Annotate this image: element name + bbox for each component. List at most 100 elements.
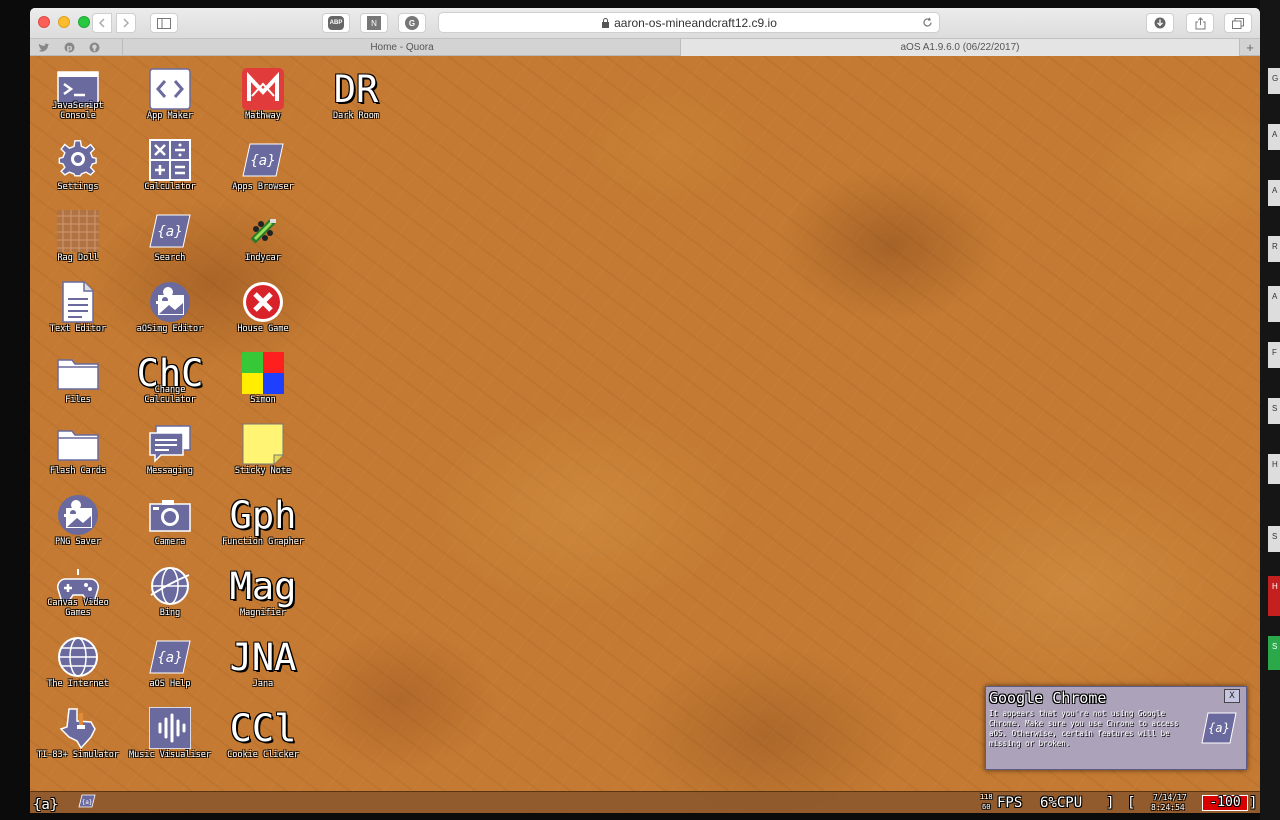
extension-icon: N [367,16,381,30]
strip-item[interactable]: G [1268,68,1280,94]
desktop-icon-cookie-clicker[interactable]: CCl Cookie Clicker [217,700,309,770]
texas-icon [57,707,99,749]
desktop-icon-aos-help[interactable]: {a} aOS Help [124,629,216,699]
extension-button[interactable]: N [360,13,388,33]
desktop-icon-png-saver[interactable]: PNG Saver [32,487,124,557]
icon-label: TI-83+ Simulator [37,750,119,760]
icon-label: PNG Saver [54,537,102,547]
strip-item[interactable]: S [1268,636,1280,670]
strip-item[interactable]: A [1268,286,1280,322]
desktop-icon-house-game[interactable]: House Game [217,274,309,344]
strip-item[interactable]: H [1268,576,1280,616]
sidebar-button[interactable] [150,13,178,33]
image-editor-icon [57,494,99,536]
share-button[interactable] [1186,13,1214,33]
tabs-overview-button[interactable] [1224,13,1252,33]
back-button[interactable] [92,13,112,33]
desktop-icon-search[interactable]: {a} Search [124,203,216,273]
desktop-icon-messaging[interactable]: Messaging [124,416,216,486]
desktop-icon-sticky-note[interactable]: Sticky Note [217,416,309,486]
desktop-icon-the-internet[interactable]: The Internet [32,629,124,699]
waveform-icon [149,707,191,749]
strip-item[interactable]: A [1268,124,1280,150]
strip-item[interactable]: A [1268,180,1280,206]
grammarly-extension-button[interactable]: G [398,13,426,33]
icon-label: Text Editor [49,324,107,334]
taskbar-app-aos-icon[interactable]: {a} [78,794,96,808]
desktop-icon-camera[interactable]: Camera [124,487,216,557]
strip-item[interactable]: R [1268,236,1280,262]
svg-text:{a}: {a} [157,650,182,666]
desktop-icon-app-maker[interactable]: App Maker [124,61,216,131]
desktop-icon-apps-browser[interactable]: {a} Apps Browser [217,132,309,202]
icon-label: Indycar [245,253,281,263]
icon-label: Canvas Video Games [47,598,109,618]
svg-text:p: p [67,43,73,52]
desktop-icon-files[interactable]: Files [32,345,124,415]
aos-logo-icon: {a} [242,139,284,181]
pinterest-icon[interactable]: p [64,42,75,53]
forward-button[interactable] [116,13,136,33]
desktop-icon-flash-cards[interactable]: Flash Cards [32,416,124,486]
desktop-icon-indycar[interactable]: Indycar [217,203,309,273]
notification-close-button[interactable]: X [1224,689,1240,703]
github-icon[interactable] [89,42,100,53]
icon-label: Messaging [146,466,194,476]
desktop-icon-change-calculator[interactable]: ChC Change Calculator [124,345,216,415]
minimize-window-button[interactable] [58,16,70,28]
desktop-icon-music-visualiser[interactable]: Music Visualiser [124,700,216,770]
chevron-left-icon [98,18,105,28]
address-bar[interactable]: aaron-os-mineandcraft12.c9.io [438,12,940,33]
new-tab-button[interactable]: + [1240,39,1260,56]
desktop-icon-bing[interactable]: Bing [124,558,216,628]
icon-label: House Game [237,324,289,334]
chrome-warning-notification[interactable]: Google Chrome X It appears that you're n… [985,686,1247,770]
icon-label: Files [65,395,91,405]
chat-icon [149,423,191,465]
desktop-icon-mathway[interactable]: Mathway [217,61,309,131]
desktop-icon-jana[interactable]: JNA Jana [217,629,309,699]
desktop-icon-function-grapher[interactable]: Gph Function Grapher [217,487,309,557]
sidebar-icon [157,17,171,29]
strip-item[interactable]: H [1268,454,1280,484]
reload-icon[interactable] [922,17,933,28]
desktop-icon-canvas-video-games[interactable]: Canvas Video Games [32,558,124,628]
race-car-icon [242,210,284,252]
desktop-icon-ti83-simulator[interactable]: TI-83+ Simulator [32,700,124,770]
downloads-button[interactable] [1146,13,1174,33]
adblock-icon: ABP [328,16,344,30]
tab-quora[interactable]: Home - Quora [122,39,681,56]
adblock-extension-button[interactable]: ABP [322,13,350,33]
close-window-button[interactable] [38,16,50,28]
grammarly-icon: G [405,16,419,30]
zoom-window-button[interactable] [78,16,90,28]
start-button[interactable]: {a} [33,797,58,813]
lock-icon [602,17,610,28]
error-x-icon [242,281,284,323]
svg-text:{a}: {a} [82,799,93,806]
desktop-icon-magnifier[interactable]: Mag Magnifier [217,558,309,628]
desktop-icon-javascript-console[interactable]: JavaScript Console [32,61,124,131]
desktop-icon-aosimg-editor[interactable]: aOSimg Editor [124,274,216,344]
desktop-icon-settings[interactable]: Settings [32,132,124,202]
desktop-icon-simon[interactable]: Simon [217,345,309,415]
svg-text:{a}: {a} [1208,721,1230,735]
icon-label: Calculator [144,182,196,192]
desktop-icon-text-editor[interactable]: Text Editor [32,274,124,344]
icon-label: App Maker [146,111,194,121]
strip-item[interactable]: F [1268,342,1280,368]
icon-label: Apps Browser [232,182,294,192]
svg-text:{a}: {a} [250,153,275,169]
battery-indicator[interactable]: -100 [1202,795,1248,811]
globe-icon [57,636,99,678]
desktop-icon-calculator[interactable]: Calculator [124,132,216,202]
tab-aos[interactable]: aOS A1.9.6.0 (06/22/2017) [680,39,1240,56]
strip-item[interactable]: S [1268,526,1280,552]
fps-label: FPS [997,795,1023,811]
aos-logo-icon: {a} [1201,712,1237,744]
strip-item[interactable]: S [1268,398,1280,424]
simon-squares-icon [242,352,284,394]
twitter-icon[interactable] [38,43,50,53]
desktop-icon-rag-doll[interactable]: Rag Doll [32,203,124,273]
desktop-icon-dark-room[interactable]: DR Dark Room [310,61,402,131]
